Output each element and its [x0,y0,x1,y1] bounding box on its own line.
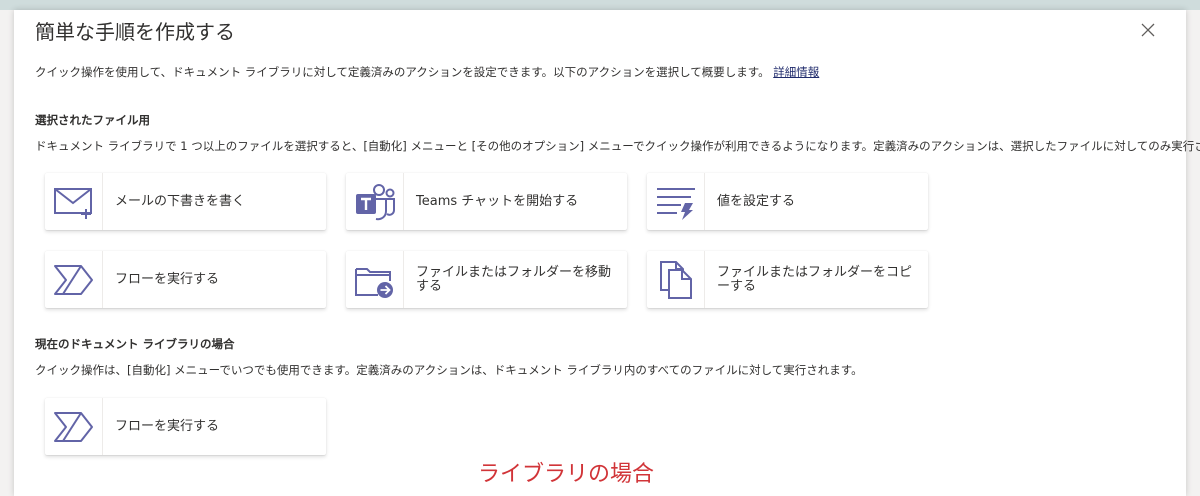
card-label: フローを実行する [115,418,220,434]
card-label: 値を設定する [717,193,796,209]
move-folder-icon [355,267,393,298]
selected-files-heading: 選択されたファイル用 [35,113,150,127]
teams-icon [356,183,395,220]
card-label: ファイルまたはフォルダーをコピーする [717,264,913,294]
power-automate-icon [54,264,93,295]
intro-text: クイック操作を使用して、ドキュメント ライブラリに対して定義済みのアクションを設… [35,64,819,80]
card-set-value[interactable]: 値を設定する [647,173,928,230]
mail-compose-icon [54,187,92,219]
intro-description: クイック操作を使用して、ドキュメント ライブラリに対して定義済みのアクションを設… [35,65,770,79]
selected-files-description: ドキュメント ライブラリで 1 つ以上のファイルを選択すると、[自動化] メニュ… [35,139,1200,153]
card-run-flow[interactable]: フローを実行する [45,251,326,308]
quick-steps-dialog: 簡単な手順を作成する クイック操作を使用して、ドキュメント ライブラリに対して定… [14,10,1200,496]
close-button[interactable] [1138,20,1158,40]
card-draft-email[interactable]: メールの下書きを書く [45,173,326,230]
current-library-description: クイック操作は、[自動化] メニューでいつでも使用できます。定義済みのアクション… [35,363,863,377]
card-label: Teams チャットを開始する [416,193,579,209]
set-value-icon [657,187,695,220]
background-page-right [1186,10,1200,496]
card-teams-chat[interactable]: Teams チャットを開始する [346,173,627,230]
background-page-left [0,10,14,496]
card-label: ファイルまたはフォルダーを移動する [416,264,612,294]
close-icon [1141,23,1155,37]
power-automate-icon [54,411,93,442]
library-annotation: ライブラリの場合 [478,462,655,487]
card-label: フローを実行する [115,271,220,287]
dialog-title: 簡単な手順を作成する [35,20,235,44]
card-run-flow-library[interactable]: フローを実行する [45,398,326,455]
card-label: メールの下書きを書く [115,193,246,209]
card-move-file[interactable]: ファイルまたはフォルダーを移動する [346,251,627,308]
learn-more-link[interactable]: 詳細情報 [773,65,819,79]
top-strip [0,0,1200,10]
card-copy-file[interactable]: ファイルまたはフォルダーをコピーする [647,251,928,308]
current-library-heading: 現在のドキュメント ライブラリの場合 [35,337,235,351]
copy-file-icon [660,260,692,299]
